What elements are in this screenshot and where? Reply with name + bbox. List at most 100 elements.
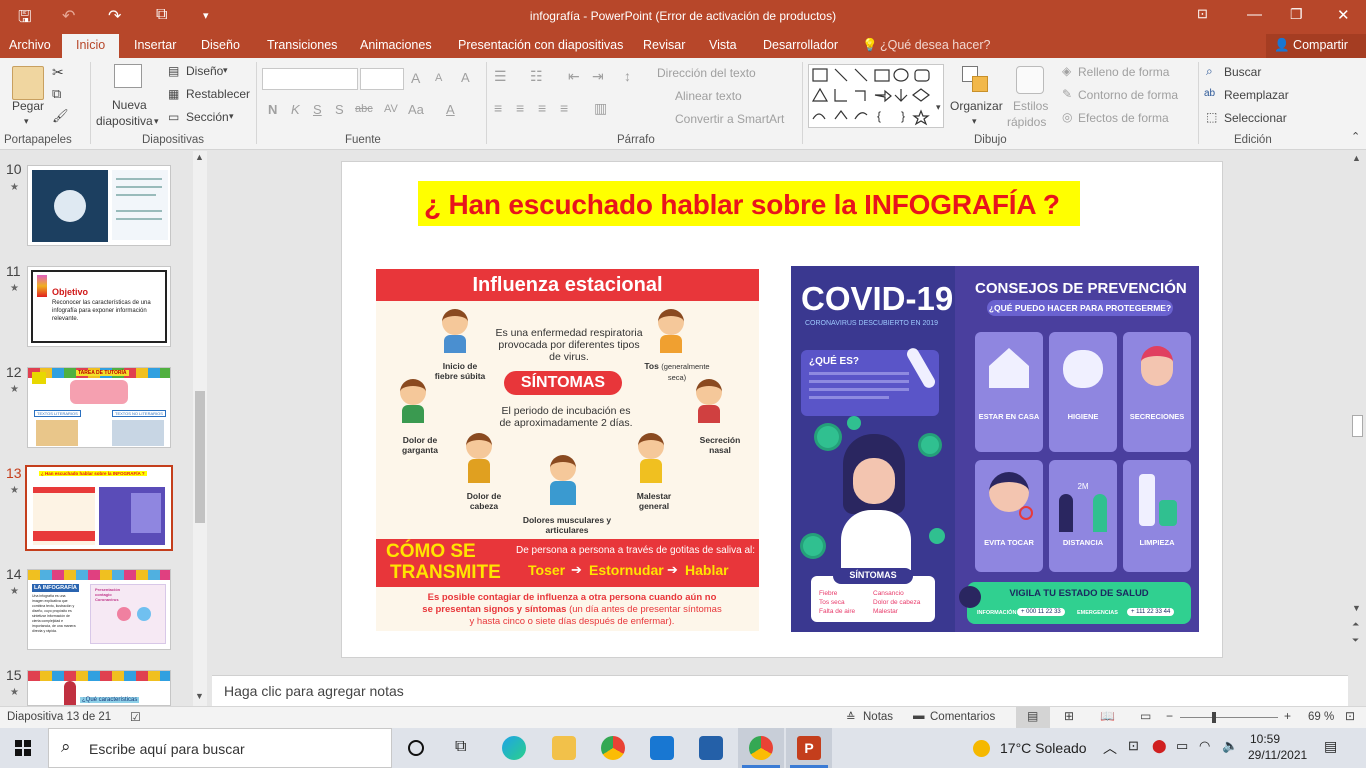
slide-sorter-icon[interactable]: ⊞ xyxy=(1064,709,1074,723)
strikethrough-button[interactable]: abc xyxy=(355,103,373,115)
slide-heading-box[interactable]: ¿ Han escuchado hablar sobre la INFOGRAF… xyxy=(418,181,1080,226)
tab-archivo[interactable]: Archivo xyxy=(9,38,51,52)
text-direction-button[interactable]: Dirección del texto xyxy=(657,66,756,80)
tab-vista[interactable]: Vista xyxy=(709,38,737,52)
collapse-ribbon-icon[interactable]: ⌃ xyxy=(1351,130,1360,143)
section-button[interactable]: Sección xyxy=(186,110,229,124)
slide-thumbnail-10[interactable] xyxy=(27,165,171,246)
slide-thumbnail-14[interactable]: LA INFOGRAFÍA Una infografía es una imag… xyxy=(27,569,171,650)
slide-thumbnail-12[interactable]: TAREA DE TUTORÍA TEXTOS LITERARIOS TEXTO… xyxy=(27,367,171,448)
bold-button[interactable]: N xyxy=(268,102,277,117)
font-color-button[interactable]: A xyxy=(446,102,455,117)
line-spacing-icon[interactable]: ↕ xyxy=(624,68,631,84)
weather-text[interactable]: 17°C Soleado xyxy=(1000,740,1087,756)
find-button[interactable]: Buscar xyxy=(1224,65,1261,79)
editor-scrollbar[interactable]: ▲ ▼ ⏶ ⏷ xyxy=(1349,151,1366,675)
char-spacing-button[interactable]: AV xyxy=(384,103,398,115)
normal-view-button[interactable]: ▤ xyxy=(1016,707,1050,729)
copy-icon[interactable]: ⧉ xyxy=(52,86,61,102)
shrink-font-icon[interactable]: A xyxy=(435,72,442,84)
reading-view-icon[interactable]: 📖 xyxy=(1100,709,1115,723)
slide-thumbnail-15[interactable]: ¿Qué características xyxy=(27,670,171,706)
shape-fill-button[interactable]: Relleno de forma xyxy=(1078,65,1169,79)
chrome-icon[interactable] xyxy=(601,736,625,760)
share-button[interactable]: 👤 Compartir xyxy=(1266,34,1366,58)
taskbar-search-box[interactable]: ⌕ Escribe aquí para buscar xyxy=(48,728,392,768)
format-painter-icon[interactable]: 🖌 xyxy=(52,108,69,124)
tab-diseno[interactable]: Diseño xyxy=(201,38,240,52)
task-view-icon[interactable]: ⧉ xyxy=(455,738,466,756)
tray-chevron-icon[interactable]: ︿ xyxy=(1103,738,1117,758)
font-size-box[interactable] xyxy=(360,68,404,90)
font-family-box[interactable] xyxy=(262,68,358,90)
flu-infographic[interactable]: Influenza estacional Es una enfermedad r… xyxy=(376,269,759,631)
tab-revisar[interactable]: Revisar xyxy=(643,38,685,52)
align-center-icon[interactable]: ≡ xyxy=(516,100,524,116)
zoom-slider-thumb[interactable] xyxy=(1212,712,1216,723)
antivirus-icon[interactable]: ⬤ xyxy=(1152,738,1167,754)
paste-button[interactable]: Pegar xyxy=(12,99,44,113)
tab-inicio[interactable]: Inicio xyxy=(62,34,120,58)
volume-icon[interactable]: 🔈 xyxy=(1222,738,1238,754)
notes-button[interactable]: Notas xyxy=(863,711,893,723)
previous-slide-icon[interactable]: ⏶ xyxy=(1352,619,1359,630)
scroll-down-icon[interactable]: ▼ xyxy=(1352,603,1361,613)
taskbar-powerpoint-active[interactable]: P xyxy=(786,728,832,768)
tell-me-box[interactable]: ¿Qué desea hacer? xyxy=(880,38,991,52)
change-case-button[interactable]: Aa xyxy=(408,102,424,117)
section-dropdown-icon[interactable]: ▾ xyxy=(229,111,234,122)
justify-icon[interactable]: ≡ xyxy=(560,100,568,116)
layout-button[interactable]: Diseño xyxy=(186,64,223,78)
comments-button[interactable]: Comentarios xyxy=(930,711,995,723)
reset-button[interactable]: Restablecer xyxy=(186,87,250,101)
replace-button[interactable]: Reemplazar xyxy=(1224,88,1289,102)
scroll-up-icon[interactable]: ▲ xyxy=(195,152,204,162)
mail-icon[interactable] xyxy=(650,736,674,760)
decrease-indent-icon[interactable]: ⇤ xyxy=(568,68,580,85)
clear-format-icon[interactable]: A xyxy=(461,70,470,85)
clock-time[interactable]: 10:59 xyxy=(1250,732,1280,746)
paste-icon[interactable] xyxy=(12,66,44,100)
slides-scrollbar[interactable]: ▲ ▼ xyxy=(193,151,207,706)
slide-thumbnail-13[interactable]: ¿ Han escuchado hablar sobre la INFOGRAF… xyxy=(25,465,173,551)
align-right-icon[interactable]: ≡ xyxy=(538,100,546,116)
new-slide-label-2[interactable]: diapositiva xyxy=(96,114,153,128)
ribbon-display-icon[interactable]: ⊡ xyxy=(1197,6,1208,22)
tab-insertar[interactable]: Insertar xyxy=(134,38,176,52)
restore-icon[interactable]: ❐ xyxy=(1290,6,1303,23)
align-text-button[interactable]: Alinear texto xyxy=(675,89,742,103)
scroll-up-icon[interactable]: ▲ xyxy=(1352,153,1361,163)
arrange-button[interactable]: Organizar xyxy=(950,99,1003,113)
slide-thumbnail-11[interactable]: Objetivo Reconocer las características d… xyxy=(27,266,171,347)
minimize-icon[interactable]: — xyxy=(1247,6,1262,23)
scroll-thumb[interactable] xyxy=(1352,415,1363,437)
scroll-thumb[interactable] xyxy=(195,391,205,523)
tab-animaciones[interactable]: Animaciones xyxy=(360,38,432,52)
tab-presentacion[interactable]: Presentación con diapositivas xyxy=(458,38,623,52)
tab-transiciones[interactable]: Transiciones xyxy=(267,38,337,52)
underline-button[interactable]: S xyxy=(313,102,322,117)
align-left-icon[interactable]: ≡ xyxy=(494,100,502,116)
slideshow-icon[interactable]: ▭ xyxy=(1140,709,1151,723)
smartart-button[interactable]: Convertir a SmartArt xyxy=(675,112,784,126)
shape-outline-button[interactable]: Contorno de forma xyxy=(1078,88,1178,102)
zoom-out-icon[interactable]: − xyxy=(1166,709,1173,723)
increase-indent-icon[interactable]: ⇥ xyxy=(592,68,604,85)
quick-styles-label-1[interactable]: Estilos xyxy=(1013,99,1048,113)
store-icon[interactable] xyxy=(699,736,723,760)
cortana-icon[interactable] xyxy=(408,740,424,756)
select-button[interactable]: Seleccionar xyxy=(1224,111,1287,125)
taskbar-chrome-active[interactable] xyxy=(738,728,784,768)
tray-app-icon[interactable]: ⊡ xyxy=(1128,738,1139,754)
file-explorer-icon[interactable] xyxy=(552,736,576,760)
new-slide-label-1[interactable]: Nueva xyxy=(112,98,147,112)
shadow-button[interactable]: S xyxy=(335,102,344,117)
tab-desarrollador[interactable]: Desarrollador xyxy=(763,38,838,52)
close-icon[interactable]: ✕ xyxy=(1337,6,1350,24)
notifications-icon[interactable]: ▤ xyxy=(1324,738,1337,755)
grow-font-icon[interactable]: A xyxy=(411,70,420,86)
arrange-dropdown-icon[interactable]: ▾ xyxy=(972,116,977,127)
edge-icon[interactable] xyxy=(502,736,526,760)
shapes-gallery[interactable]: {} xyxy=(808,64,944,128)
zoom-slider-track[interactable] xyxy=(1180,717,1278,718)
